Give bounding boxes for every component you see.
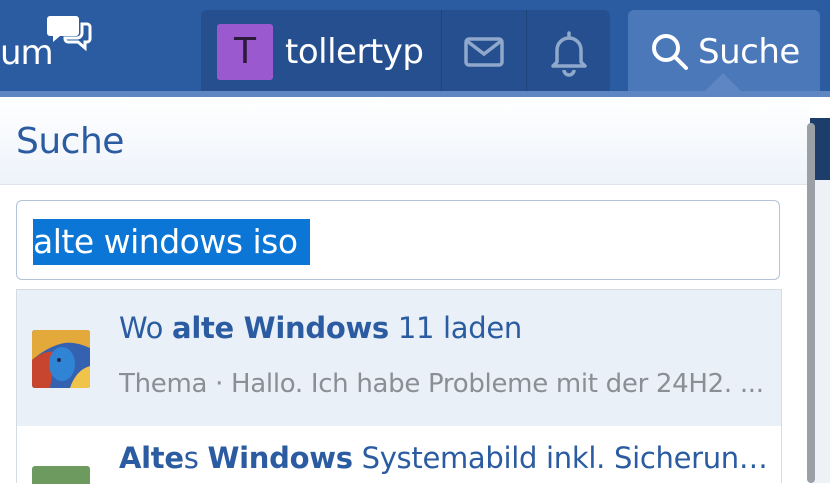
forum-link-text[interactable]: um	[0, 28, 54, 78]
search-query-selected-text[interactable]: alte windows iso	[33, 219, 310, 265]
panel-title: Suche	[16, 121, 124, 162]
dropdown-caret	[705, 73, 741, 91]
magnifier-icon	[652, 34, 688, 70]
title-part: Wo	[119, 311, 173, 345]
avatar-image-icon	[32, 330, 90, 388]
title-part-highlight: Windows	[207, 441, 353, 475]
title-part: s	[183, 441, 208, 475]
result-avatar	[32, 466, 90, 484]
search-input[interactable]: alte windows iso	[16, 200, 780, 280]
envelope-icon	[464, 37, 504, 67]
top-navigation: um T tollertyp Suche	[0, 0, 830, 97]
user-navigation-group: T tollertyp	[201, 10, 610, 92]
title-part-highlight: alte Windows	[172, 311, 389, 345]
suggestion-item[interactable]: Altes Windows Systemabild inkl. Sicherun…	[17, 426, 781, 484]
username: tollertyp	[285, 32, 424, 72]
notifications-button[interactable]	[527, 10, 610, 92]
panel-scrollbar[interactable]	[807, 123, 815, 483]
chat-bubbles-icon[interactable]	[46, 14, 92, 54]
result-title[interactable]: Altes Windows Systemabild inkl. Sicherun…	[119, 438, 771, 478]
inbox-button[interactable]	[442, 10, 526, 92]
search-panel-header: Suche	[0, 97, 810, 185]
suggestion-item[interactable]: Wo alte Windows 11 laden Thema · Hallo. …	[17, 290, 781, 426]
result-avatar	[32, 330, 90, 388]
title-part: Systemabild inkl. Sicherung l...	[352, 441, 771, 475]
title-part: 11 laden	[388, 311, 523, 345]
title-part-highlight: Alte	[119, 441, 184, 475]
result-title[interactable]: Wo alte Windows 11 laden	[119, 308, 769, 348]
bell-icon	[551, 31, 587, 77]
search-suggestions: Wo alte Windows 11 laden Thema · Hallo. …	[16, 289, 782, 484]
account-button[interactable]: T tollertyp	[201, 10, 441, 92]
result-snippet: Thema · Hallo. Ich habe Probleme mit der…	[119, 369, 764, 399]
search-tab-label: Suche	[698, 32, 800, 72]
avatar: T	[217, 24, 273, 80]
